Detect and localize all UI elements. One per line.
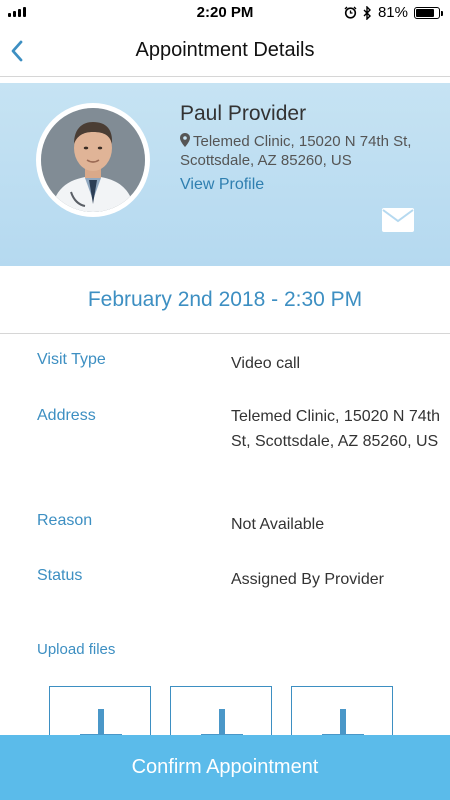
provider-name: Paul Provider bbox=[180, 102, 307, 125]
alarm-icon bbox=[344, 6, 357, 19]
detail-value: Video call bbox=[231, 355, 301, 372]
detail-label: Status bbox=[37, 567, 83, 584]
detail-value: Telemed Clinic, 15020 N 74th St, Scottsd… bbox=[231, 408, 441, 450]
battery-percent: 81% bbox=[377, 4, 408, 21]
provider-location-text: Telemed Clinic, 15020 N 74th St, Scottsd… bbox=[180, 133, 412, 169]
mail-icon[interactable] bbox=[382, 208, 414, 232]
detail-label: Reason bbox=[37, 512, 93, 529]
appointment-datetime: February 2nd 2018 - 2:30 PM bbox=[87, 288, 363, 311]
provider-photo bbox=[41, 108, 145, 212]
provider-location: Telemed Clinic, 15020 N 74th St, Scottsd… bbox=[180, 132, 430, 170]
detail-value: Assigned By Provider bbox=[231, 571, 384, 588]
page-title: Appointment Details bbox=[135, 39, 315, 61]
provider-card: Paul Provider Telemed Clinic, 15020 N 74… bbox=[0, 83, 450, 266]
battery-fill bbox=[416, 8, 434, 17]
location-pin-icon bbox=[180, 133, 190, 147]
detail-value: Not Available bbox=[231, 516, 325, 533]
detail-label: Visit Type bbox=[37, 351, 106, 368]
confirm-appointment-button[interactable]: Confirm Appointment bbox=[0, 735, 450, 800]
battery-icon bbox=[414, 6, 443, 19]
view-profile-link[interactable]: View Profile bbox=[180, 176, 264, 194]
avatar[interactable] bbox=[36, 103, 150, 217]
upload-files-title: Upload files bbox=[37, 641, 116, 658]
status-right: 81% bbox=[344, 4, 443, 21]
detail-label: Address bbox=[37, 407, 96, 424]
status-bar: 2:20 PM 81% bbox=[0, 0, 450, 26]
appointment-date-row: February 2nd 2018 - 2:30 PM bbox=[0, 266, 450, 334]
nav-bar: Appointment Details bbox=[0, 26, 450, 77]
bluetooth-icon bbox=[363, 5, 371, 20]
